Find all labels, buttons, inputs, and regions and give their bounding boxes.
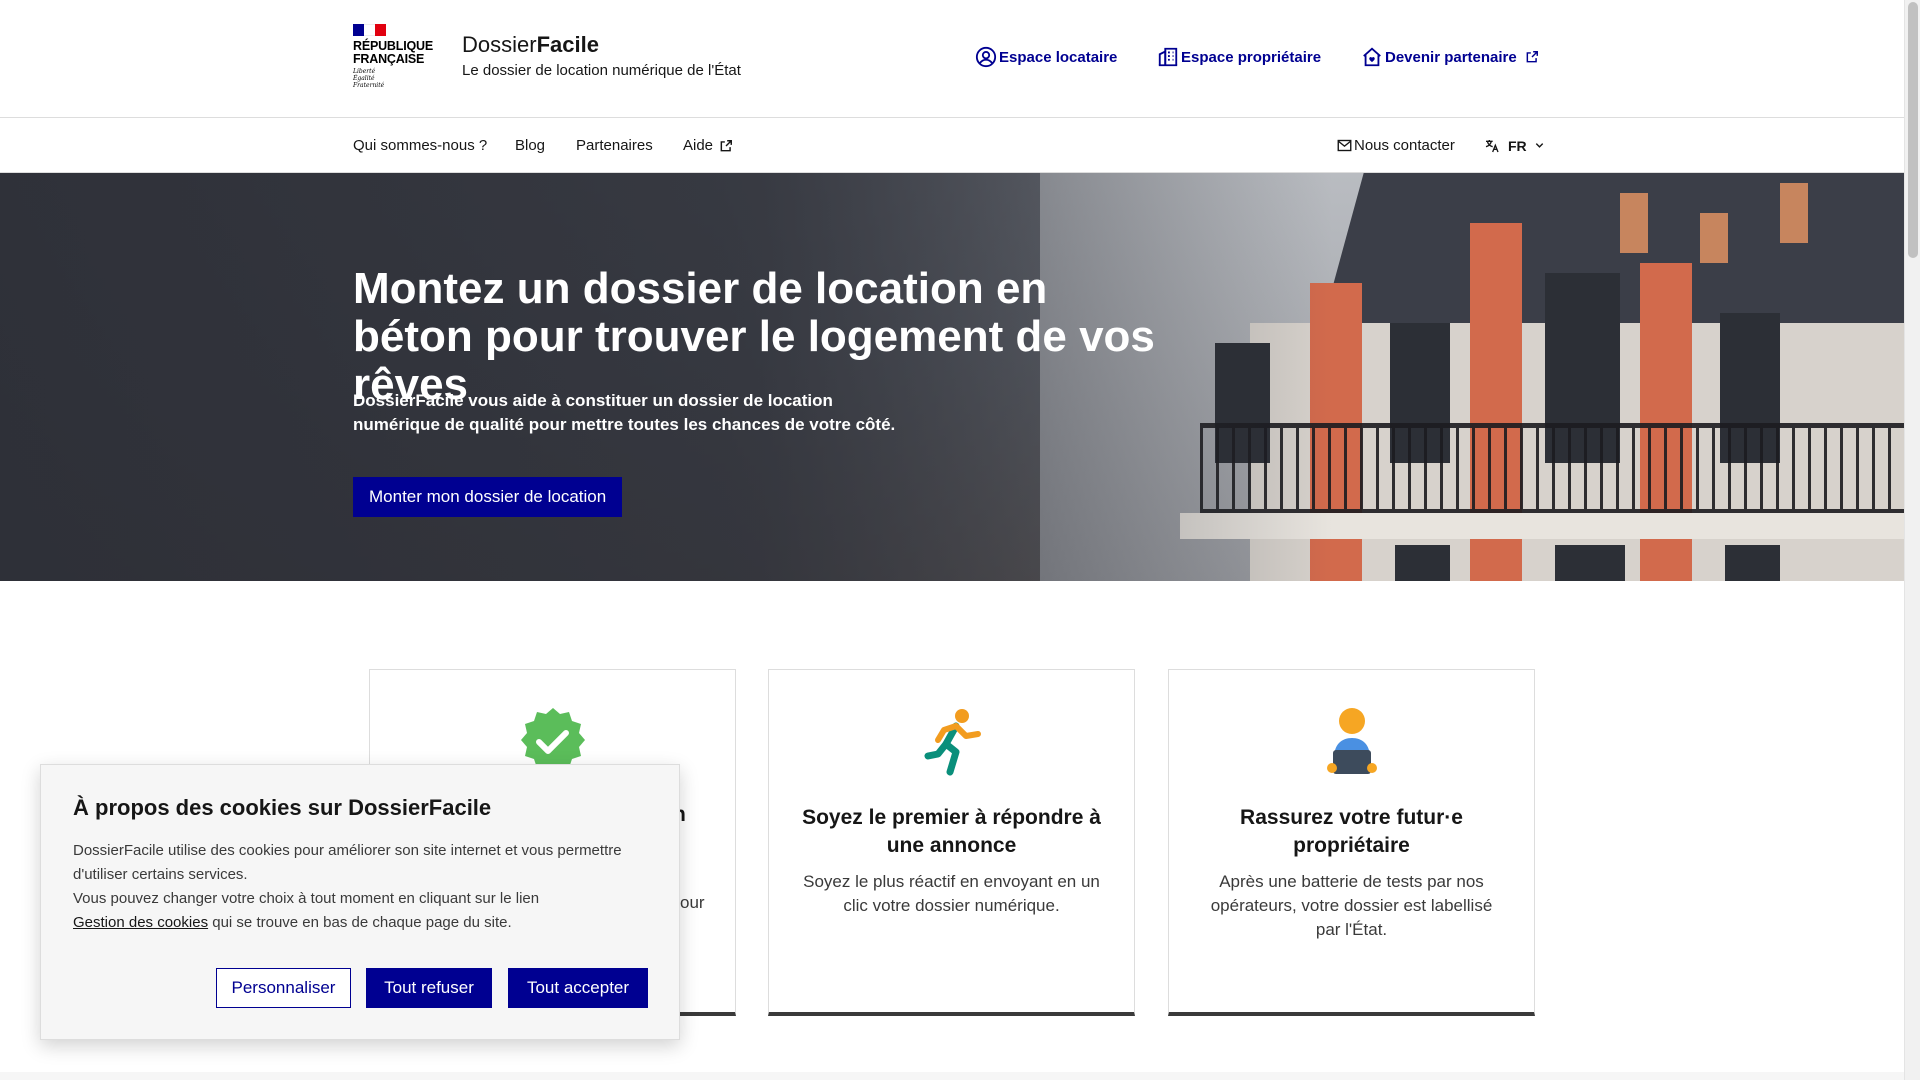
page-scrollbar[interactable] (1904, 0, 1920, 1080)
external-link-icon (720, 139, 733, 151)
card-text-fragment: our (680, 893, 705, 912)
scrollbar-thumb[interactable] (1908, 2, 1918, 258)
gestion-cookies-link[interactable]: Gestion des cookies (73, 914, 208, 931)
language-selector[interactable]: FR (1484, 118, 1545, 173)
devenir-partenaire-link[interactable]: Devenir partenaire (1361, 46, 1539, 68)
feature-card-rassurez: Rassurez votre futur·e propriétaire Aprè… (1168, 669, 1535, 1016)
nav-item-qui-sommes-nous[interactable]: Qui sommes-nous ? (353, 118, 487, 173)
feature-card-reactivite: Soyez le premier à répondre à une annonc… (768, 669, 1135, 1016)
next-section-edge (0, 1072, 1904, 1080)
external-link-icon (1526, 51, 1538, 63)
brand[interactable]: DossierFacile Le dossier de location num… (462, 31, 741, 81)
running-person-icon (924, 709, 981, 776)
motto: Liberté Égalité Fraternité (353, 68, 385, 89)
republique-francaise-logo[interactable]: RÉPUBLIQUE FRANÇAISE Liberté Égalité Fra… (353, 24, 433, 94)
monter-dossier-button[interactable]: Monter mon dossier de location (353, 477, 623, 517)
cookie-consent-dialog: À propos des cookies sur DossierFacile D… (40, 764, 680, 1040)
tout-refuser-button[interactable]: Tout refuser (366, 968, 492, 1008)
user-circle-icon (975, 46, 997, 68)
site-header: RÉPUBLIQUE FRANÇAISE Liberté Égalité Fra… (0, 0, 1904, 118)
main-navigation: Qui sommes-nous ? Blog Partenaires Aide … (0, 118, 1904, 173)
hero-subtitle: DossierFacile vous aide à constituer un … (353, 391, 896, 434)
nav-item-blog[interactable]: Blog (515, 118, 545, 173)
feature-card-title: Rassurez votre futur·e propriétaire (1240, 806, 1463, 857)
french-flag-icon (353, 24, 386, 36)
republique-francaise-text: RÉPUBLIQUE FRANÇAISE (353, 39, 433, 66)
building-icon (1158, 47, 1178, 67)
chevron-down-icon (1535, 143, 1543, 148)
nav-item-aide[interactable]: Aide (683, 118, 733, 173)
hero-banner: Montez un dossier de location en béton p… (0, 173, 1904, 581)
service-tagline: Le dossier de location numérique de l'Ét… (462, 62, 741, 79)
nav-item-partenaires[interactable]: Partenaires (576, 118, 653, 173)
nous-contacter-link[interactable]: Nous contacter (1337, 118, 1455, 173)
person-laptop-icon (1326, 708, 1377, 774)
translate-icon (1485, 139, 1499, 152)
feature-card-title: Soyez le premier à répondre à une annonc… (802, 806, 1101, 857)
mail-icon (1337, 139, 1352, 152)
cookie-dialog-text: DossierFacile utilise des cookies pour a… (73, 842, 622, 931)
cookie-dialog-title: À propos des cookies sur DossierFacile (73, 795, 492, 820)
feature-card-text: Soyez le plus réactif en envoyant en un … (803, 872, 1100, 915)
service-title: DossierFacile (462, 32, 599, 57)
feature-card-text: Après une batterie de tests par nos opér… (1210, 872, 1493, 939)
espace-proprietaire-link[interactable]: Espace propriétaire (1157, 46, 1321, 68)
home-heart-icon (1363, 47, 1381, 67)
espace-locataire-link[interactable]: Espace locataire (975, 46, 1117, 68)
personnaliser-button[interactable]: Personnaliser (216, 968, 351, 1008)
hero-title: Montez un dossier de location en béton p… (353, 264, 1155, 409)
tout-accepter-button[interactable]: Tout accepter (508, 968, 648, 1008)
